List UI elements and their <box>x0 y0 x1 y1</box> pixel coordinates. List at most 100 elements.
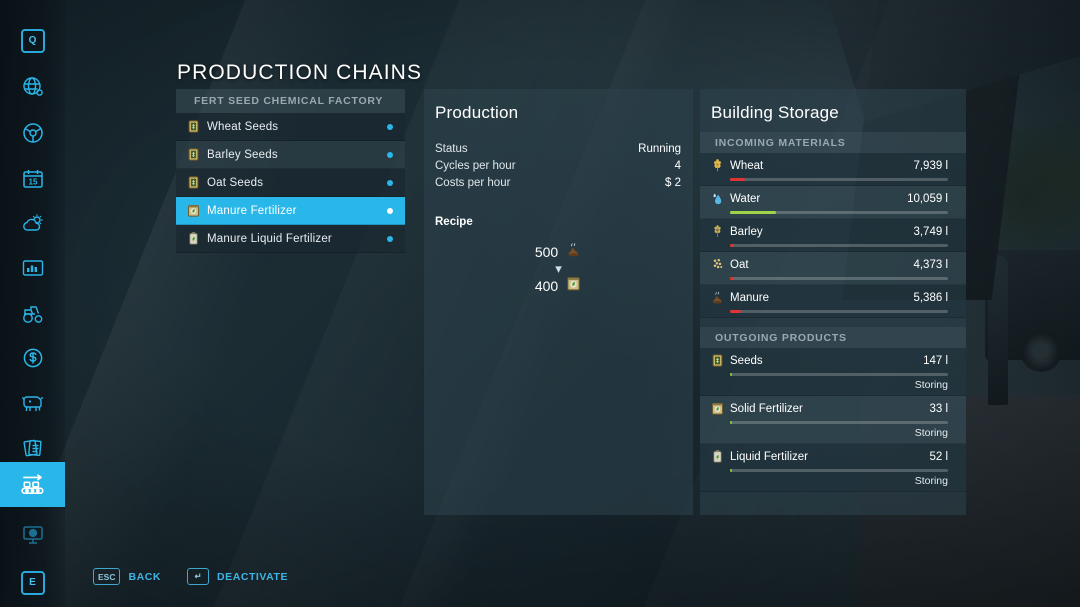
barley-icon <box>710 224 723 240</box>
liquid-fert-icon <box>710 449 723 465</box>
radio-icon <box>21 523 45 547</box>
status-dot-icon <box>387 124 393 130</box>
production-stat-label: Cycles per hour <box>435 160 516 172</box>
dollar-coin-icon <box>21 346 45 370</box>
chain-list: Wheat Seeds Barley SeedsOat Seeds Manure F… <box>176 113 405 253</box>
storage-item-name: Liquid Fertilizer <box>730 451 929 463</box>
fill-bar <box>730 469 732 472</box>
fill-bar-track <box>730 211 948 214</box>
rail-item-vehicles[interactable] <box>0 110 65 155</box>
production-stats-list: StatusRunning Cycles per hour 4 Costs per h… <box>424 140 693 191</box>
conveyor-icon <box>20 472 46 498</box>
production-stat-value: Running <box>638 143 681 155</box>
water-icon <box>710 191 723 207</box>
back-button[interactable]: ESCBACK <box>93 568 161 585</box>
storage-item-status: Storing <box>710 427 948 439</box>
chain-item-label: Manure Liquid Fertilizer <box>207 233 387 245</box>
storage-item-name: Water <box>730 193 907 205</box>
outgoing-product-row[interactable]: Solid Fertilizer33 lStoring <box>700 396 966 444</box>
fill-bar <box>730 421 732 424</box>
outgoing-products-header: OUTGOING PRODUCTS <box>700 327 966 348</box>
page-title: PRODUCTION CHAINS <box>177 61 422 85</box>
rail-item-machines[interactable] <box>0 291 65 336</box>
production-chain-panel: FERT SEED CHEMICAL FACTORY Wheat SeedsBa… <box>176 89 405 253</box>
outgoing-product-row[interactable]: Seeds147 l Storing <box>700 348 966 396</box>
building-storage-panel: Building Storage INCOMING MATERIALS Whea… <box>700 89 966 515</box>
rail-item-calendar[interactable]: 15 <box>0 156 65 201</box>
status-dot-icon <box>387 152 393 158</box>
storage-item-status: Storing <box>710 475 948 487</box>
rail-item-weather[interactable] <box>0 200 65 245</box>
rail-item-radio[interactable] <box>0 512 65 557</box>
storage-item-amount: 147 l <box>923 355 948 367</box>
recipe-diagram: 500▾400 <box>424 240 693 298</box>
globe-icon <box>21 75 45 99</box>
fertilizer-bag-icon <box>565 275 582 297</box>
svg-text:15: 15 <box>28 177 37 186</box>
recipe-output-qty: 400 <box>535 278 558 294</box>
rail-item-production[interactable] <box>0 462 65 507</box>
seed-bag-icon <box>186 147 199 163</box>
incoming-materials-list: Wheat7,939 lWater10,059 lBarley3,749 lOa… <box>700 153 966 318</box>
storage-item-name: Oat <box>730 259 913 271</box>
seed-bag-icon <box>710 353 723 369</box>
rail-item-map[interactable] <box>0 64 65 109</box>
storage-panel-title: Building Storage <box>700 89 966 123</box>
chain-list-item[interactable]: Wheat Seeds <box>176 113 405 141</box>
storage-item-amount: 4,373 l <box>913 259 948 271</box>
storage-item-amount: 52 l <box>929 451 948 463</box>
chain-list-item[interactable]: Manure Fertilizer <box>176 197 405 225</box>
storage-item-name: Seeds <box>730 355 923 367</box>
recipe-label: Recipe <box>435 216 693 228</box>
incoming-material-row[interactable]: Barley3,749 l <box>700 219 966 252</box>
sidebar-rail: Q 15 E <box>0 0 65 607</box>
weather-icon <box>21 211 45 235</box>
rail-item-statistics[interactable] <box>0 245 65 290</box>
chain-item-label: Wheat Seeds <box>207 121 387 133</box>
chain-list-item[interactable]: Manure Liquid Fertilizer <box>176 225 405 253</box>
fill-bar <box>730 373 732 376</box>
incoming-material-row[interactable]: Wheat7,939 l <box>700 153 966 186</box>
incoming-material-row[interactable]: Water10,059 l <box>700 186 966 219</box>
bar-chart-icon <box>21 256 45 280</box>
key-e-button[interactable]: E <box>0 560 65 605</box>
fill-bar-track <box>730 310 948 313</box>
chain-list-item[interactable]: Barley Seeds <box>176 141 405 169</box>
manure-icon <box>710 290 723 306</box>
storage-item-amount: 7,939 l <box>913 160 948 172</box>
wheat-icon <box>710 158 723 174</box>
fill-bar <box>730 178 745 181</box>
production-stat-value: $ 2 <box>665 177 681 189</box>
outgoing-product-row[interactable]: Liquid Fertilizer52 l Storing <box>700 444 966 492</box>
chain-list-item[interactable]: Oat Seeds <box>176 169 405 197</box>
key-hint: ↵ <box>187 568 209 585</box>
storage-item-amount: 5,386 l <box>913 292 948 304</box>
fill-bar <box>730 244 734 247</box>
chain-item-label: Manure Fertilizer <box>207 205 387 217</box>
oat-icon <box>710 257 723 273</box>
incoming-material-row[interactable]: Manure5,386 l <box>700 285 966 318</box>
storage-item-name: Wheat <box>730 160 913 172</box>
production-stat-row: Cycles per hour 4 <box>435 157 681 174</box>
incoming-material-row[interactable]: Oat4,373 l <box>700 252 966 285</box>
seed-bag-icon <box>186 175 199 191</box>
storage-item-status: Storing <box>710 379 948 391</box>
production-stat-label: Costs per hour <box>435 177 510 189</box>
deactivate-button[interactable]: ↵ DEACTIVATE <box>187 568 288 585</box>
help-label: DEACTIVATE <box>217 571 288 583</box>
storage-item-amount: 3,749 l <box>913 226 948 238</box>
fill-bar-track <box>730 277 948 280</box>
key-e-icon: E <box>21 571 45 595</box>
rail-item-animals[interactable] <box>0 380 65 425</box>
rail-item-finances[interactable] <box>0 335 65 380</box>
production-stat-row: StatusRunning <box>435 140 681 157</box>
calendar-icon: 15 <box>21 167 45 191</box>
production-stat-value: 4 <box>675 160 681 172</box>
status-dot-icon <box>387 208 393 214</box>
storage-item-name: Manure <box>730 292 913 304</box>
fill-bar <box>730 310 741 313</box>
tractor-icon <box>21 302 45 326</box>
key-q-button[interactable]: Q <box>0 18 65 63</box>
production-stat-row: Costs per hour $ 2 <box>435 174 681 191</box>
fill-bar-track <box>730 421 948 424</box>
